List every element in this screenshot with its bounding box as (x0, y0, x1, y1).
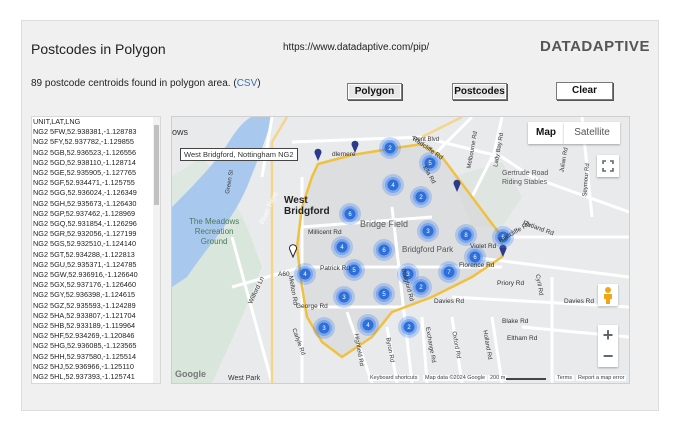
zoom-controls: + − (598, 325, 618, 367)
pegman-icon (604, 287, 612, 304)
zoom-in-button[interactable]: + (598, 325, 618, 346)
postcode-cluster-marker[interactable]: 2 (398, 316, 420, 338)
map-scale[interactable]: 200 m (488, 375, 508, 381)
postcode-cluster-marker[interactable]: 4 (294, 263, 316, 285)
list-item: NG2 5GT,52.934288,-1.122813 (33, 249, 135, 259)
a-road-north (270, 117, 289, 143)
location-tooltip: West Bridgford, Nottingham NG2 (180, 148, 298, 161)
list-item: NG2 5FY,52.937782,-1.129855 (33, 137, 134, 147)
csv-link[interactable]: CSV (237, 78, 258, 89)
google-logo: Google (175, 369, 206, 379)
label-ows: ows (172, 127, 189, 137)
list-scrollbar[interactable] (153, 117, 160, 383)
postcode-cluster-marker[interactable]: 5 (373, 283, 395, 305)
label-west-bridgford: West Bridgford (284, 195, 330, 217)
postcode-cluster-marker[interactable]: 2 (410, 276, 432, 298)
brand-logo: DATADAPTIVE (540, 38, 650, 55)
list-scrollbar-thumb[interactable] (154, 125, 159, 205)
label-florence-rd: Florence Rd (459, 262, 495, 269)
label-gertrude: Gertrude Road Riding Stables (502, 170, 549, 186)
postcode-list[interactable]: UNIT,LAT,LNG NG2 5FW,52.938381,-1.128783 N… (31, 116, 161, 384)
postcodes-button[interactable]: Postcodes (452, 83, 507, 100)
scale-bar (506, 378, 546, 380)
street-view-pegman[interactable] (598, 284, 618, 306)
label-millicent-rd: Millicent Rd (308, 229, 342, 236)
list-item: NG2 5GE,52.935905,-1.127765 (33, 168, 137, 178)
list-item: NG2 5GR,52.932056,-1.127199 (33, 229, 137, 239)
label-bridgford-park: Bridgford Park (402, 245, 454, 254)
postcode-cluster-marker[interactable]: 3 (313, 317, 335, 339)
fullscreen-icon (602, 160, 614, 172)
list-item: NG2 5GG,52.936024,-1.126349 (33, 188, 137, 198)
label-trent-blvd: Trent Blvd (412, 137, 440, 143)
label-davies-rd-east: Davies Rd (564, 298, 594, 305)
postcode-cluster-marker[interactable]: 2 (379, 137, 401, 159)
vertex-marker (314, 148, 322, 161)
label-west-park: West Park (228, 375, 261, 382)
page-title: Postcodes in Polygon (31, 41, 166, 57)
list-item: NG2 5GY,52.936398,-1.124615 (33, 290, 136, 300)
tab-map[interactable]: Map (528, 122, 564, 144)
list-header: UNIT,LAT,LNG (33, 117, 81, 126)
fullscreen-button[interactable] (597, 155, 619, 177)
list-item: NG2 5GX,52.937176,-1.126460 (33, 280, 137, 290)
list-item: NG2 5GH,52.935673,-1.126430 (33, 198, 137, 208)
clear-button[interactable]: Clear (556, 82, 613, 100)
postcode-cluster-marker[interactable]: 7 (438, 261, 460, 283)
postcode-cluster-marker[interactable]: 3 (333, 286, 355, 308)
list-item: NG2 5GW,52.936916,-1.126640 (33, 270, 138, 280)
list-item: NG2 5GP,52.937462,-1.128969 (33, 208, 136, 218)
map-data-attribution: Map data ©2024 Google (423, 375, 488, 381)
postcode-cluster-marker[interactable]: 4 (382, 174, 404, 196)
summary-text: 89 postcode centroids found in polygon a… (31, 78, 237, 89)
label-patrick-rd: Patrick Rd (320, 265, 350, 272)
postcode-cluster-marker[interactable]: 4 (331, 236, 353, 258)
list-item: NG2 5HA,52.933807,-1.121704 (33, 310, 136, 320)
label-blake-rd: Blake Rd (502, 318, 529, 325)
tab-satellite[interactable]: Satellite (564, 122, 620, 144)
label-dlemere: dlemere (332, 151, 356, 158)
label-bridge-field: Bridge Field (360, 219, 409, 229)
result-summary: 89 postcode centroids found in polygon a… (31, 78, 261, 89)
list-item: NG2 5HB,52.933189,-1.119964 (33, 321, 136, 331)
label-a60: A60 (278, 271, 290, 278)
postcode-list-rows: UNIT,LAT,LNG NG2 5FW,52.938381,-1.128783 N… (32, 117, 160, 382)
polygon-button[interactable]: Polygon (347, 83, 402, 100)
label-priory-rd: Priory Rd (497, 280, 525, 287)
label-eltham-rd: Eltham Rd (507, 335, 538, 342)
list-item: NG2 5GZ,52.935593,-1.124289 (33, 300, 136, 310)
label-violet-rd: Violet Rd (470, 243, 497, 250)
list-item: NG2 5GD,52.938110,-1.128714 (33, 157, 136, 167)
list-item: NG2 5HL,52.937393,-1.125741 (33, 372, 135, 382)
zoom-out-button[interactable]: − (598, 346, 618, 367)
report-error-link[interactable]: Report a map error (576, 375, 627, 381)
keyboard-shortcuts-link[interactable]: Keyboard shortcuts (368, 375, 420, 381)
list-item: NG2 5GQ,52.931854,-1.126296 (33, 219, 137, 229)
list-item: NG2 5HG,52.936085,-1.123565 (33, 341, 137, 351)
label-meadows: The Meadows Recreation Ground (189, 217, 240, 246)
list-item: NG2 5GF,52.934471,-1.125755 (33, 178, 135, 188)
postcode-cluster-marker[interactable]: 2 (410, 186, 432, 208)
holland-road (490, 316, 504, 383)
postcode-cluster-marker[interactable]: 6 (339, 203, 361, 225)
list-item: NG2 5HF,52.934269,-1.120846 (33, 331, 135, 341)
list-item: NG2 5GU,52.935371,-1.124785 (33, 259, 137, 269)
list-item: NG2 5FW,52.938381,-1.128783 (33, 127, 137, 137)
label-george-rd: George Rd (296, 303, 328, 310)
summary-suffix: ) (257, 78, 261, 89)
list-item: NG2 5GB,52.936523,-1.126556 (33, 147, 137, 157)
postcode-cluster-marker[interactable]: 6 (373, 239, 395, 261)
vertex-marker-open (289, 244, 297, 259)
page-url: https://www.datadaptive.com/pip/ (283, 42, 430, 53)
label-davies-rd: Davies Rd (434, 298, 464, 305)
list-item: NG2 5HJ,52.936966,-1.125110 (33, 361, 134, 371)
postcode-cluster-marker[interactable]: 4 (357, 314, 379, 336)
map-view[interactable]: 254264638453723523466 West Bridgford Bri… (171, 116, 630, 384)
list-item: NG2 5HH,52.937580,-1.125514 (33, 351, 137, 361)
list-item: NG2 5GS,52.932510,-1.124140 (33, 239, 137, 249)
terms-link[interactable]: Terms (555, 375, 574, 381)
postcode-cluster-marker[interactable]: 3 (417, 220, 439, 242)
